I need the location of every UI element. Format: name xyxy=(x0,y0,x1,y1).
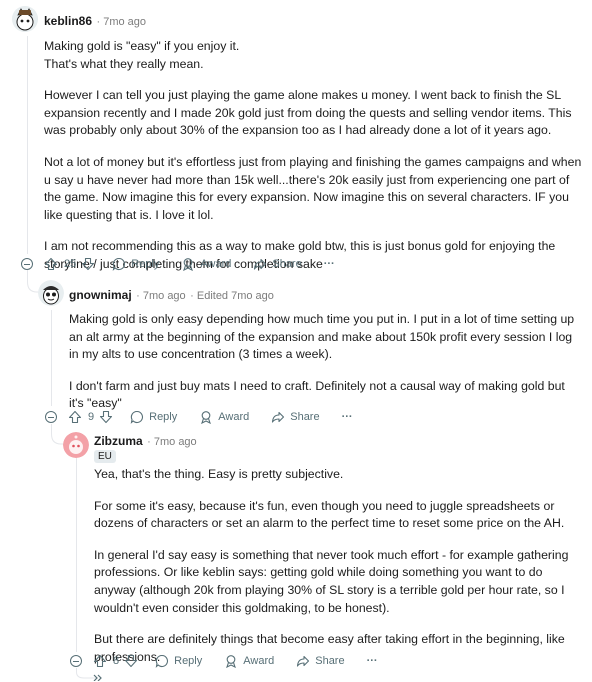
collapse-icon[interactable] xyxy=(70,655,82,667)
comment-time: 7mo ago xyxy=(103,16,147,28)
comment-body: Making gold is "easy" if you enjoy it. T… xyxy=(44,38,584,288)
edited-label: Edited 7mo ago xyxy=(196,290,274,302)
more-icon[interactable]: ··· xyxy=(342,411,353,423)
comment-bubble-icon xyxy=(112,257,126,271)
comment-time: 7mo ago xyxy=(142,290,186,302)
comment-paragraph: For some it's easy, because it's fun, ev… xyxy=(94,498,565,531)
avatar[interactable] xyxy=(63,432,89,458)
reply-label: Reply xyxy=(131,258,160,270)
comment-paragraph: Making gold is "easy" if you enjoy it. T… xyxy=(44,39,240,71)
downvote-icon xyxy=(82,257,95,271)
vote-count: 9 xyxy=(88,411,95,423)
upvote-icon xyxy=(44,257,58,271)
award-button[interactable]: Award xyxy=(181,257,231,271)
downvote-icon xyxy=(100,410,113,424)
thread-line-keblin xyxy=(27,36,28,254)
thread-line-gnownimaj xyxy=(51,310,52,406)
more-icon[interactable]: ··· xyxy=(324,258,335,270)
comment-bubble-icon xyxy=(155,654,169,668)
comment-bubble-icon xyxy=(130,410,144,424)
comment-paragraph: However I can tell you just playing the … xyxy=(44,88,572,138)
reply-button[interactable]: Reply xyxy=(130,410,177,424)
comment-actions: 8 Reply Award Share ··· xyxy=(93,651,378,671)
downvote-icon xyxy=(125,654,138,668)
user-flair: EU xyxy=(94,450,116,463)
reply-button[interactable]: Reply xyxy=(155,654,202,668)
upvote-button[interactable] xyxy=(93,654,107,668)
share-button[interactable]: Share xyxy=(271,410,320,424)
comment-time: 7mo ago xyxy=(153,436,197,448)
comment-paragraph: Yea, that's the thing. Easy is pretty su… xyxy=(94,467,344,481)
comment-body: Yea, that's the thing. Easy is pretty su… xyxy=(94,466,586,680)
comment-paragraph: In general I'd say easy is something tha… xyxy=(94,547,569,615)
reply-label: Reply xyxy=(149,411,178,423)
downvote-button[interactable] xyxy=(124,654,138,668)
comment-paragraph: Making gold is only easy depending how m… xyxy=(69,312,575,362)
reply-button[interactable]: Reply xyxy=(112,257,159,271)
vote-count: 8 xyxy=(113,655,120,667)
upvote-button[interactable] xyxy=(44,257,58,271)
upvote-button[interactable] xyxy=(68,410,82,424)
share-icon xyxy=(272,411,285,423)
share-label: Share xyxy=(315,655,345,667)
downvote-button[interactable] xyxy=(99,410,113,424)
award-button[interactable]: Award xyxy=(199,410,249,424)
meta-separator: · xyxy=(190,290,197,302)
share-icon xyxy=(297,655,310,667)
award-label: Award xyxy=(243,655,275,667)
downvote-button[interactable] xyxy=(81,257,95,271)
meta-separator: · xyxy=(147,436,154,448)
award-icon xyxy=(201,411,212,424)
meta-separator: · xyxy=(136,290,143,302)
comment-paragraph: Not a lot of money but it's effortless j… xyxy=(44,154,582,222)
comment-actions: 9 Reply Award Share ··· xyxy=(68,407,353,427)
vote-count: 25 xyxy=(64,258,77,270)
upvote-icon xyxy=(93,654,107,668)
award-label: Award xyxy=(200,258,232,270)
share-label: Share xyxy=(290,411,320,423)
collapse-icon[interactable] xyxy=(45,411,57,423)
award-button[interactable]: Award xyxy=(224,654,274,668)
share-label: Share xyxy=(272,258,302,270)
share-button[interactable]: Share xyxy=(253,257,302,271)
comment-author[interactable]: gnownimaj xyxy=(69,288,132,302)
share-button[interactable]: Share xyxy=(296,654,345,668)
reply-label: Reply xyxy=(174,655,203,667)
upvote-icon xyxy=(68,410,82,424)
thread-line-zibzuma xyxy=(76,456,77,652)
collapse-icon[interactable] xyxy=(21,258,33,270)
award-label: Award xyxy=(218,411,250,423)
avatar[interactable] xyxy=(38,280,64,306)
comment-author[interactable]: keblin86 xyxy=(44,14,92,28)
share-icon xyxy=(254,258,267,270)
award-icon xyxy=(183,258,194,271)
more-icon[interactable]: ··· xyxy=(367,655,378,667)
award-icon xyxy=(226,655,237,668)
avatar[interactable] xyxy=(12,6,38,32)
comment-actions: 25 Reply Award Share ··· xyxy=(44,254,335,274)
